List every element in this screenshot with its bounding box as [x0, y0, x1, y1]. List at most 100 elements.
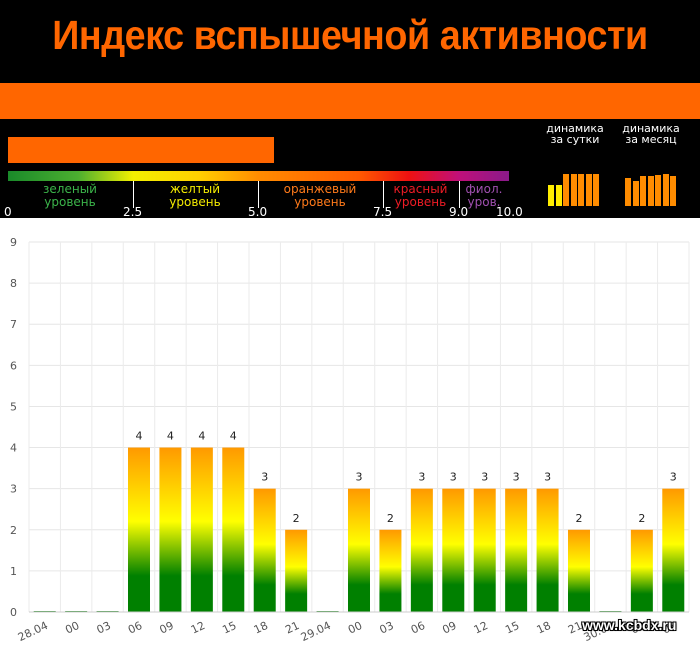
- spark-bar: [647, 176, 654, 206]
- x-tick-label: 09: [158, 619, 176, 637]
- spark-bar: [563, 174, 569, 206]
- x-tick-label: 00: [346, 619, 364, 637]
- scale-tick-7-5: 7.5: [373, 205, 393, 219]
- scale-gradient-bar: [8, 171, 509, 181]
- bar: [442, 488, 465, 612]
- x-tick-label: 00: [63, 619, 81, 637]
- bar-value-label: 4: [136, 430, 143, 443]
- scale-divider: [459, 181, 460, 208]
- x-tick-label: 03: [378, 619, 396, 637]
- y-tick-label: 3: [10, 483, 17, 496]
- spark-bar: [632, 180, 639, 206]
- dynamics-day-sparkbars: [548, 170, 604, 206]
- bar-value-label: 3: [513, 471, 520, 484]
- level-yellow-label: желтый уровень: [133, 183, 257, 209]
- dynamics-day-label: динамика за сутки: [538, 123, 612, 145]
- level-red-label: красный уровень: [383, 183, 458, 209]
- spark-bar: [578, 174, 584, 206]
- current-index-bar: [8, 137, 274, 163]
- level-yellow-line2: уровень: [169, 195, 221, 209]
- bar-value-label: 2: [387, 512, 394, 525]
- y-tick-label: 7: [10, 318, 17, 331]
- scale-tick-5-0: 5.0: [248, 205, 268, 219]
- bar-value-label: 2: [293, 512, 300, 525]
- bar: [379, 529, 402, 612]
- dynamics-day-line2: за сутки: [550, 133, 600, 146]
- spark-bar: [593, 174, 599, 206]
- bar: [473, 488, 496, 612]
- activity-bar-chart: 4 4 4 4 3 2 3 2 3 3 3 3 3 2 2 3 0 12 3 4 5 6 7 8 9 28.04 00 03 06 09…: [10, 236, 690, 644]
- scale-tick-0: 0: [4, 205, 12, 219]
- bar: [348, 488, 370, 612]
- spark-bar: [662, 174, 669, 206]
- spark-bar: [555, 184, 562, 206]
- bar-value-label: 3: [544, 471, 551, 484]
- bar-value-label: 4: [230, 430, 237, 443]
- level-orange-line2: уровень: [294, 195, 346, 209]
- bar: [285, 529, 308, 612]
- bar-value-label: 4: [198, 430, 205, 443]
- scale-tick-2-5: 2.5: [123, 205, 143, 219]
- spark-bar: [625, 178, 631, 206]
- y-tick-label: 5: [10, 400, 17, 413]
- spark-bar: [670, 176, 676, 206]
- bar: [662, 488, 685, 612]
- y-tick-label: 0: [10, 606, 17, 619]
- x-tick-label: 12: [189, 619, 207, 637]
- y-tick-label: 2: [10, 524, 17, 537]
- scale-divider: [258, 181, 259, 208]
- header-band: [0, 83, 700, 119]
- bar: [128, 447, 150, 612]
- x-tick-label: 15: [220, 619, 238, 637]
- bar: [410, 488, 433, 612]
- spark-bar: [548, 184, 554, 206]
- bar-value-label: 3: [418, 471, 425, 484]
- dynamics-month-label: динамика за месяц: [614, 123, 688, 145]
- x-tick-label: 03: [95, 619, 113, 637]
- bar-value-label: 3: [450, 471, 457, 484]
- scale-tick-9-0: 9.0: [449, 205, 469, 219]
- spark-bar: [585, 174, 592, 206]
- bar: [222, 447, 245, 612]
- header-panel: Индекс вспышечной активности зеленый уро…: [0, 0, 700, 219]
- level-orange-label: оранжевый уровень: [258, 183, 382, 209]
- bar: [505, 488, 528, 612]
- bar: [253, 488, 276, 612]
- level-red-line2: уровень: [394, 195, 447, 209]
- level-green-line2: уровень: [44, 195, 96, 209]
- spark-bar: [640, 176, 646, 206]
- bar-value-label: 4: [167, 430, 174, 443]
- scale-divider: [133, 181, 134, 208]
- bar-value-label: 3: [261, 471, 268, 484]
- y-tick-label: 9: [10, 236, 17, 249]
- bar: [568, 529, 590, 612]
- scale-tick-10-0: 10.0: [496, 205, 523, 219]
- y-tick-label: 1: [10, 565, 17, 578]
- dynamics-month-line2: за месяц: [625, 133, 677, 146]
- scale-divider: [383, 181, 384, 208]
- watermark: www.kcbdx.ru: [582, 617, 677, 633]
- y-tick-label: 6: [10, 359, 17, 372]
- bar-value-label: 3: [670, 471, 677, 484]
- page-title: Индекс вспышечной активности: [52, 12, 648, 58]
- x-tick-label: 09: [440, 619, 458, 637]
- bar-value-label: 3: [356, 471, 363, 484]
- x-tick-label: 12: [472, 619, 490, 637]
- y-tick-label: 8: [10, 277, 17, 290]
- bar: [159, 447, 182, 612]
- x-tick-label: 18: [535, 619, 553, 637]
- level-green-label: зеленый уровень: [8, 183, 132, 209]
- bar: [536, 488, 559, 612]
- x-tick-label: 06: [409, 619, 427, 637]
- x-tick-label: 28.04: [16, 619, 50, 644]
- bar: [190, 447, 213, 612]
- bar-value-label: 2: [576, 512, 583, 525]
- y-tick-label: 4: [10, 442, 17, 455]
- x-tick-label: 18: [252, 619, 270, 637]
- x-tick-label: 29.04: [299, 619, 333, 644]
- bar-value-label: 3: [481, 471, 488, 484]
- x-tick-label: 06: [126, 619, 144, 637]
- spark-bar: [570, 174, 577, 206]
- x-tick-label: 15: [503, 619, 521, 637]
- bar: [630, 529, 653, 612]
